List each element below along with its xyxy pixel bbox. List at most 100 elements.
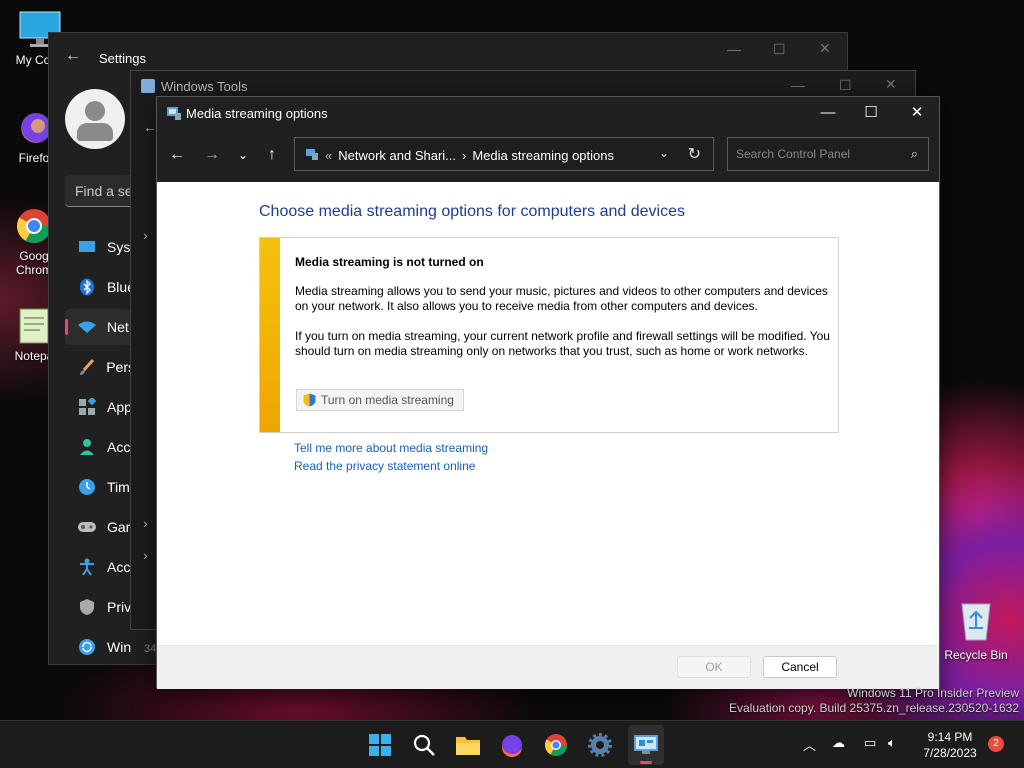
volume-icon[interactable]: 🔈︎: [888, 735, 896, 751]
close-icon[interactable]: ✕: [905, 101, 929, 125]
bluetooth-icon: [77, 277, 97, 297]
watermark-line-2: Evaluation copy. Build 25375.zn_release.…: [729, 701, 1019, 715]
window-title: Media streaming options: [186, 106, 328, 121]
warning-strip: [260, 238, 280, 432]
close-icon[interactable]: ✕: [885, 76, 897, 93]
firefox-icon[interactable]: [498, 731, 526, 759]
turn-on-label: Turn on media streaming: [321, 393, 454, 407]
taskbar: ︿ ☁ ▭ 🔈︎ 9:14 PM 7/28/2023 2: [0, 720, 1024, 768]
minimize-icon[interactable]: —: [791, 77, 805, 93]
control-panel-icon[interactable]: [632, 731, 660, 759]
back-arrow-icon[interactable]: ←: [65, 47, 81, 65]
chrome-icon[interactable]: [542, 731, 570, 759]
cloud-offline-icon[interactable]: ☁: [832, 735, 845, 751]
breadcrumb-network-sharing[interactable]: Network and Shari...: [338, 148, 456, 163]
panel-description-1: Media streaming allows you to send your …: [295, 284, 828, 313]
panel-description-2: If you turn on media streaming, your cur…: [295, 329, 830, 358]
breadcrumb-separator[interactable]: ›: [462, 148, 466, 163]
breadcrumb-overflow[interactable]: «: [325, 148, 332, 163]
nav-label: Net: [107, 319, 129, 335]
clock-date: 7/28/2023: [923, 746, 977, 760]
nav-item-accessibility[interactable]: Acc: [65, 549, 135, 585]
tell-me-more-link[interactable]: Tell me more about media streaming: [294, 441, 488, 455]
minimize-icon[interactable]: —: [816, 101, 840, 125]
nav-item-system[interactable]: Syst: [65, 229, 135, 265]
forward-arrow-icon[interactable]: →: [200, 143, 224, 167]
windows-tools-icon: [141, 79, 155, 93]
nav-label: App: [107, 399, 132, 415]
nav-item-network[interactable]: Net: [65, 309, 135, 345]
back-arrow-icon[interactable]: ←: [165, 143, 189, 167]
recent-locations-chevron-icon[interactable]: ⌄: [231, 143, 255, 167]
notification-badge[interactable]: 2: [988, 736, 1004, 752]
control-panel-icon: [305, 147, 319, 164]
cancel-button[interactable]: Cancel: [763, 656, 837, 678]
nav-item-privacy[interactable]: Priv: [65, 589, 135, 625]
nav-item-apps[interactable]: App: [65, 389, 135, 425]
search-icon[interactable]: ⌕: [911, 146, 918, 162]
monitor-icon: [77, 237, 97, 257]
settings-footer-text: 34: [144, 643, 157, 655]
recycle-bin-icon: [956, 598, 996, 642]
media-streaming-window[interactable]: Media streaming options — ☐ ✕ ← → ⌄ ↑ « …: [156, 96, 940, 689]
ok-button[interactable]: OK: [677, 656, 751, 678]
search-input[interactable]: Search Control Panel ⌕: [727, 137, 929, 171]
wifi-icon: [77, 317, 97, 337]
chevron-right-icon[interactable]: ›: [143, 227, 148, 243]
watermark-line-1: Windows 11 Pro Insider Preview: [847, 686, 1019, 700]
content-area: Choose media streaming options for compu…: [157, 182, 939, 689]
up-arrow-icon[interactable]: ↑: [260, 143, 284, 167]
chevron-right-icon[interactable]: ›: [143, 515, 148, 531]
clock-icon: [77, 477, 97, 497]
apps-icon: [77, 397, 97, 417]
desktop-label-recycle-bin: Recycle Bin: [944, 648, 1008, 662]
nav-label: Win: [107, 639, 132, 655]
windows-tools-title: Windows Tools: [161, 79, 248, 94]
nav-label: Gar: [107, 519, 131, 535]
info-panel: Media streaming is not turned on Media s…: [259, 237, 839, 433]
maximize-icon[interactable]: ☐: [859, 101, 883, 125]
nav-item-time[interactable]: Tim: [65, 469, 135, 505]
footer-divider: [157, 645, 939, 646]
settings-gear-icon[interactable]: [586, 731, 614, 759]
control-panel-icon: [166, 105, 182, 121]
navigation-bar: ← → ⌄ ↑ « Network and Shari... › Media s…: [157, 129, 939, 182]
nav-label: Tim: [107, 479, 130, 495]
brush-icon: [77, 357, 96, 377]
chevron-up-icon[interactable]: ︿: [803, 735, 816, 754]
update-icon: [77, 637, 97, 657]
turn-on-media-streaming-button[interactable]: Turn on media streaming: [296, 389, 464, 411]
address-dropdown-icon[interactable]: ⌄: [659, 146, 669, 160]
nav-label: Priv: [107, 599, 132, 615]
shield-icon: [77, 597, 97, 617]
avatar[interactable]: [65, 89, 125, 149]
back-arrow-icon[interactable]: ←: [143, 119, 157, 135]
windows-start-icon[interactable]: [366, 731, 394, 759]
file-explorer-icon[interactable]: [454, 731, 482, 759]
nav-item-accounts[interactable]: Acc: [65, 429, 135, 465]
title-bar[interactable]: Media streaming options — ☐ ✕: [157, 97, 939, 129]
close-icon[interactable]: ✕: [819, 40, 831, 57]
desktop-icon-recycle-bin[interactable]: Recycle Bin: [944, 598, 1008, 662]
minimize-icon[interactable]: —: [727, 41, 741, 57]
nav-item-personalization[interactable]: Pers: [65, 349, 135, 385]
maximize-icon[interactable]: ☐: [839, 77, 852, 94]
uac-shield-icon: [303, 393, 316, 407]
search-icon[interactable]: [410, 731, 438, 759]
nav-label: Acc: [107, 439, 131, 455]
settings-title: Settings: [99, 51, 146, 66]
breadcrumb-current[interactable]: Media streaming options: [472, 148, 614, 163]
panel-title: Media streaming is not turned on: [295, 255, 484, 269]
clock[interactable]: 9:14 PM 7/28/2023: [918, 729, 982, 761]
network-icon[interactable]: ▭: [864, 735, 876, 751]
address-bar[interactable]: « Network and Shari... › Media streaming…: [294, 137, 714, 171]
nav-item-bluetooth[interactable]: Blue: [65, 269, 135, 305]
maximize-icon[interactable]: ☐: [773, 41, 786, 58]
nav-item-windows-update[interactable]: Win: [65, 629, 135, 665]
nav-label: Acc: [107, 559, 131, 575]
nav-item-gaming[interactable]: Gar: [65, 509, 135, 545]
privacy-statement-link[interactable]: Read the privacy statement online: [294, 459, 475, 473]
refresh-icon[interactable]: ↻: [688, 144, 701, 164]
chevron-right-icon[interactable]: ›: [143, 547, 148, 563]
gamepad-icon: [77, 517, 97, 537]
